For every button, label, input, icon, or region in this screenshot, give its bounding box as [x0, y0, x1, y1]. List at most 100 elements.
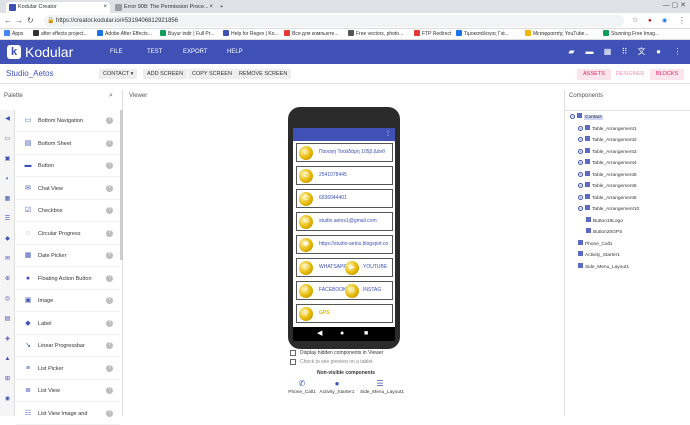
palette-category-icon[interactable]: ◈ [4, 336, 11, 343]
nonvisible-phone-call[interactable]: ✆ Phone_Call1 [282, 380, 322, 396]
palette-item[interactable]: ≡ List Picker? [16, 358, 120, 380]
palette-item[interactable]: ▭ Bottom Navigation? [16, 110, 120, 132]
new-folder-icon[interactable]: ▰ [567, 48, 576, 56]
palette-item[interactable]: ☑ Checkbox? [16, 200, 120, 222]
gold-button-icon[interactable]: ✉ [299, 215, 313, 229]
help-icon[interactable]: ? [106, 274, 113, 282]
screen-select-button[interactable]: CONTACT ▾ [99, 69, 138, 79]
palette-category-icon[interactable]: ⊕ [4, 276, 11, 283]
palette-item[interactable]: ▤ Bottom Sheet? [16, 133, 120, 155]
bookmark[interactable]: Adobe After Effects... [97, 29, 152, 39]
home-nav-icon[interactable]: ● [340, 330, 344, 338]
search-icon[interactable]: ⌕ [109, 92, 113, 100]
palette-category-icon[interactable]: ☰ [4, 216, 11, 223]
palette-item[interactable]: ↘ Linear Progressbar? [16, 335, 120, 357]
help-icon[interactable]: ? [106, 184, 113, 192]
component-tree-node[interactable]: − Table_Arrangement10 [578, 205, 639, 215]
palette-category-icon[interactable]: ▭ [4, 136, 11, 143]
help-icon[interactable]: ? [106, 364, 113, 372]
help-icon[interactable]: ? [106, 229, 113, 237]
expand-toggle-icon[interactable]: + [578, 137, 583, 142]
reload-icon[interactable]: ↻ [27, 16, 34, 26]
bookmark[interactable]: Stunning Free Imag... [603, 29, 659, 39]
palette-item[interactable]: ▣ Image? [16, 290, 120, 312]
gold-button-icon[interactable]: f [299, 284, 313, 298]
overflow-menu-icon[interactable]: ⋮ [385, 131, 391, 138]
expand-toggle-icon[interactable]: + [578, 171, 583, 177]
contact-row[interactable]: ✆ 2541078445 [296, 166, 393, 185]
help-icon[interactable]: ? [106, 252, 113, 259]
palette-item[interactable]: ◌ Circular Progress? [16, 223, 120, 245]
browser-tab-active[interactable]: Kodular Creator × [6, 2, 110, 13]
palette-category-icon[interactable]: ✉ [4, 256, 11, 263]
contact-row[interactable]: ✆ WHATSAPP ▶ YOUTUBE [296, 258, 393, 277]
tablet-preview-checkbox[interactable] [290, 359, 296, 365]
gold-button-icon[interactable]: ✆ [299, 192, 313, 206]
new-tab-button[interactable]: + [218, 2, 230, 13]
palette-category-icon[interactable]: ◎ [4, 296, 11, 303]
component-tree-node[interactable]: + Table_Arrangement8 [578, 193, 637, 204]
contact-row[interactable]: f FACEBOOK ◎ INSTAG [296, 281, 393, 300]
gold-button-icon[interactable]: ⌂ [299, 146, 313, 160]
bookmark[interactable]: Free vectors, photo... [348, 29, 403, 39]
contact-row[interactable]: ✺ https://studio-aetos.blogspot.co [296, 235, 393, 254]
bookmark[interactable]: FTP Redirect [414, 29, 451, 39]
extension-icon[interactable]: ● [648, 16, 652, 26]
contact-row[interactable]: ✉ studio.aetos1@gmail.com [296, 212, 393, 231]
expand-toggle-icon[interactable]: + [578, 160, 583, 165]
component-tree-node[interactable]: + Table_Arrangement2 [578, 136, 637, 146]
gold-button-icon[interactable]: ⚲ [299, 307, 313, 321]
bookmark[interactable]: Вся для компьюте... [284, 29, 338, 39]
palette-item[interactable]: ◆ Label? [16, 313, 120, 335]
star-icon[interactable]: ☆ [632, 16, 638, 26]
gold-button-icon[interactable]: ✆ [299, 169, 313, 183]
gold-button-icon[interactable]: ✺ [299, 238, 313, 252]
help-icon[interactable]: ? [106, 139, 113, 147]
expand-toggle-icon[interactable]: + [578, 194, 583, 200]
bookmark[interactable]: Μεταφραστής YouTube... [525, 29, 589, 39]
contact-row[interactable]: ✆ 6936044401 [296, 189, 393, 208]
palette-item[interactable]: ▬ Button? [16, 155, 120, 177]
component-tree-node[interactable]: + Table_Arrangement1 [578, 124, 637, 135]
window-controls[interactable]: — ▢ ✕ [663, 1, 686, 9]
palette-category-icon[interactable]: ▣ [4, 156, 11, 163]
menu-export[interactable]: EXPORT [183, 49, 208, 55]
palette-item[interactable]: ≣ List View? [16, 380, 120, 402]
help-icon[interactable]: ? [106, 409, 113, 417]
expand-toggle-icon[interactable]: + [578, 148, 583, 154]
help-icon[interactable]: ? [106, 387, 113, 394]
component-tree-node[interactable]: − Contact [570, 113, 603, 123]
more-icon[interactable]: ⋮ [673, 48, 682, 56]
help-icon[interactable]: ? [106, 117, 113, 124]
browser-tab[interactable]: Error 908: The Permission Proce... × [112, 2, 216, 13]
component-tree-node[interactable]: + Table_Arrangement6 [578, 182, 637, 192]
gold-button-icon[interactable]: ◎ [345, 284, 359, 298]
palette-category-icon[interactable]: ▦ [4, 196, 11, 203]
palette-category-icon[interactable]: ▤ [4, 316, 11, 323]
gold-button-icon[interactable]: ✆ [299, 261, 313, 275]
recents-nav-icon[interactable]: ■ [364, 330, 368, 338]
expand-toggle-icon[interactable]: − [570, 114, 575, 119]
bookmark[interactable]: Τιμοκατάλογος Γιά... [456, 29, 509, 39]
palette-item[interactable]: ● Floating Action Button? [16, 268, 120, 290]
palette-scrollbar[interactable] [120, 110, 123, 260]
component-tree-node[interactable]: Side_Menu_Layout1 [578, 262, 629, 273]
help-icon[interactable]: ? [106, 162, 113, 169]
palette-item[interactable]: ✉ Chat View? [16, 178, 120, 200]
component-tree-node[interactable]: + Table_Arrangement5 [578, 170, 637, 181]
palette-item[interactable]: ▦ Date Picker? [16, 245, 120, 267]
component-tree-node[interactable]: Phone_Call1 [578, 239, 612, 250]
palette-category-icon[interactable]: ◐ [4, 176, 11, 183]
palette-item[interactable]: ☷ List View Image and? [16, 403, 120, 425]
language-icon[interactable]: 文 [637, 48, 646, 56]
back-icon[interactable]: ← [4, 16, 12, 26]
close-tab-icon[interactable]: × [209, 2, 213, 13]
browser-menu-icon[interactable]: ⋮ [678, 16, 686, 26]
expand-toggle-icon[interactable]: + [578, 125, 583, 131]
expand-toggle-icon[interactable]: − [578, 206, 583, 211]
nonvisible-activity-starter[interactable]: ● Activity_Starter1 [317, 380, 357, 396]
palette-category-icon[interactable]: ⊞ [4, 376, 11, 383]
store-icon[interactable]: ▦ [603, 48, 612, 56]
copy-screen-button[interactable]: COPY SCREEN [188, 69, 236, 79]
close-tab-icon[interactable]: × [103, 2, 107, 13]
